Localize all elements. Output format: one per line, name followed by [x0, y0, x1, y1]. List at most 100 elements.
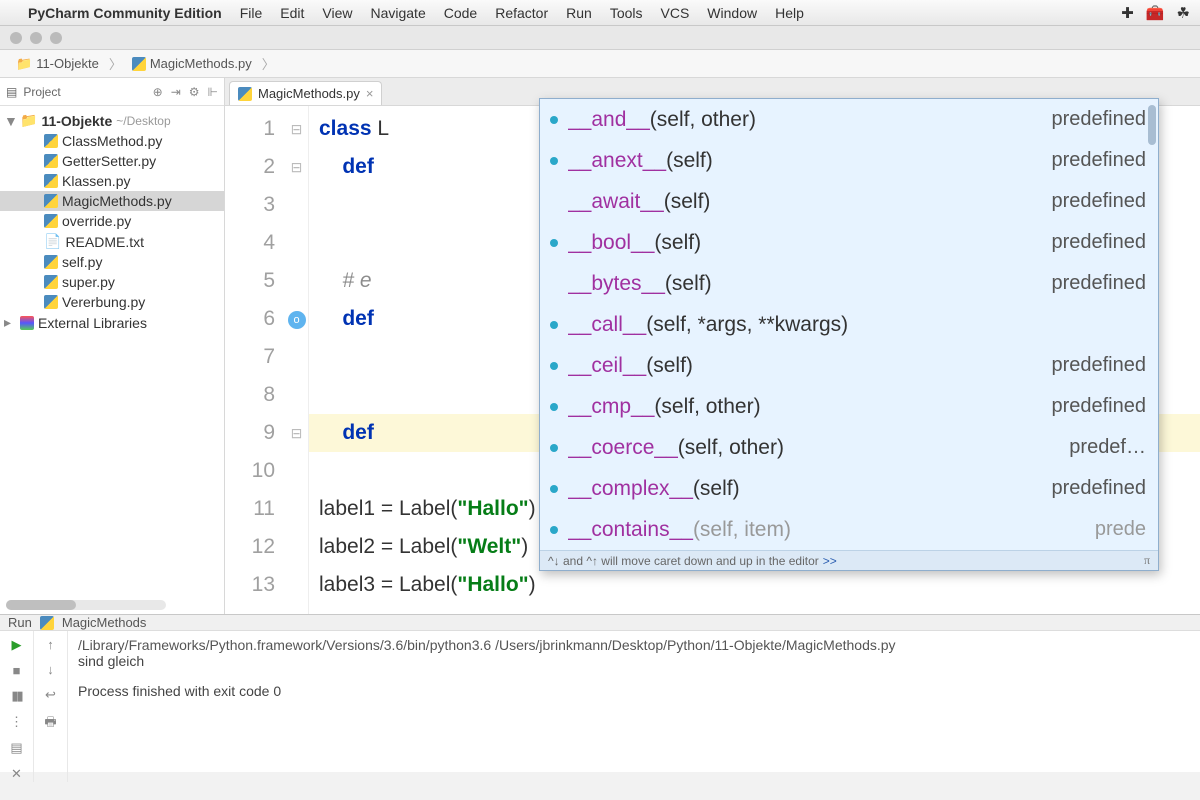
tree-file-label: self.py: [62, 254, 102, 270]
python-icon: [44, 154, 58, 168]
breadcrumb-file[interactable]: MagicMethods.py: [126, 54, 258, 73]
autocomplete-signature: __call__(self, *args, **kwargs): [568, 313, 1146, 337]
status-toolbox-icon[interactable]: 🧰: [1146, 4, 1165, 22]
tree-file[interactable]: Klassen.py: [0, 171, 224, 191]
traffic-zoom[interactable]: [50, 32, 62, 44]
stop-icon[interactable]: ■: [13, 663, 21, 678]
play-icon[interactable]: ▶: [12, 637, 22, 653]
console-output[interactable]: /Library/Frameworks/Python.framework/Ver…: [68, 631, 1200, 782]
run-tool-window: Run MagicMethods ▶ ■ ▮▮ ⋮ ▤ ✕ ↑ ↓ ↩ 🖶 /L…: [0, 614, 1200, 772]
tree-external-label: External Libraries: [38, 315, 147, 331]
tree-root-path: ~/Desktop: [116, 114, 170, 128]
autocomplete-tag: predefined: [1051, 149, 1146, 172]
autocomplete-item[interactable]: __complex__(self)predefined: [540, 468, 1158, 509]
sidebar-scrollbar[interactable]: [6, 600, 166, 610]
tree-file[interactable]: self.py: [0, 252, 224, 272]
up-icon[interactable]: ↑: [47, 637, 54, 652]
more-icon[interactable]: ⋮: [10, 714, 23, 730]
autocomplete-tag: prede: [1095, 518, 1146, 541]
wrap-icon[interactable]: ↩: [45, 687, 56, 703]
autocomplete-item[interactable]: __coerce__(self, other)predef…: [540, 427, 1158, 468]
autocomplete-item[interactable]: __bytes__(self)predefined: [540, 263, 1158, 304]
autocomplete-hint-link[interactable]: >>: [823, 554, 837, 568]
library-icon: [20, 316, 34, 330]
settings-icon[interactable]: ⚙: [189, 85, 200, 99]
breadcrumb-file-label: MagicMethods.py: [150, 56, 252, 71]
traffic-minimize[interactable]: [30, 32, 42, 44]
autocomplete-hint: ^↓ and ^↑ will move caret down and up in…: [540, 550, 1158, 570]
collapse-icon[interactable]: ⊕: [153, 85, 163, 99]
tree-external-libs[interactable]: ▸ External Libraries: [0, 312, 224, 333]
menu-run[interactable]: Run: [566, 5, 592, 21]
python-icon: [44, 295, 58, 309]
python-icon: [40, 616, 54, 630]
tree-file-label: ClassMethod.py: [62, 133, 162, 149]
tree-file[interactable]: GetterSetter.py: [0, 151, 224, 171]
menu-window[interactable]: Window: [707, 5, 757, 21]
bullet-icon: [550, 403, 558, 411]
tree-file[interactable]: MagicMethods.py: [0, 191, 224, 211]
breadcrumb-folder[interactable]: 📁 11-Objekte: [10, 54, 105, 74]
python-icon: [44, 255, 58, 269]
autocomplete-tag: predefined: [1051, 477, 1146, 500]
close-icon[interactable]: ✕: [11, 766, 22, 782]
autocomplete-tag: predefined: [1051, 354, 1146, 377]
breadcrumb: 📁 11-Objekte 〉 MagicMethods.py 〉: [0, 50, 1200, 78]
autocomplete-item[interactable]: __anext__(self)predefined: [540, 140, 1158, 181]
autocomplete-item[interactable]: __and__(self, other)predefined: [540, 99, 1158, 140]
menu-help[interactable]: Help: [775, 5, 804, 21]
bullet-icon: [550, 444, 558, 452]
run-controls-left: ▶ ■ ▮▮ ⋮ ▤ ✕: [0, 631, 34, 782]
editor-tab[interactable]: MagicMethods.py ×: [229, 81, 382, 105]
autocomplete-tag: predefined: [1051, 395, 1146, 418]
autocomplete-item[interactable]: __ceil__(self)predefined: [540, 345, 1158, 386]
tree-file[interactable]: ClassMethod.py: [0, 131, 224, 151]
menu-refactor[interactable]: Refactor: [495, 5, 548, 21]
status-leaf-icon[interactable]: ☘: [1177, 4, 1190, 22]
close-icon[interactable]: ×: [366, 86, 374, 101]
autocomplete-popup[interactable]: __and__(self, other)predefined__anext__(…: [539, 98, 1159, 571]
window-titlebar: [0, 26, 1200, 50]
project-tree[interactable]: ▼ 📁 11-Objekte ~/Desktop ClassMethod.py G…: [0, 106, 224, 337]
python-icon: [132, 57, 146, 71]
code-line[interactable]: label3 = Label("Hallo"): [319, 566, 1200, 604]
pause-icon[interactable]: ▮▮: [11, 688, 21, 704]
autocomplete-item[interactable]: __call__(self, *args, **kwargs): [540, 304, 1158, 345]
locate-icon[interactable]: ⇥: [171, 85, 181, 99]
autocomplete-tag: predefined: [1051, 231, 1146, 254]
autocomplete-tag: predefined: [1051, 108, 1146, 131]
traffic-close[interactable]: [10, 32, 22, 44]
tree-file[interactable]: super.py: [0, 272, 224, 292]
tree-file[interactable]: Vererbung.py: [0, 292, 224, 312]
pi-icon: π: [1144, 553, 1150, 568]
menu-edit[interactable]: Edit: [280, 5, 304, 21]
code-area[interactable]: 12345678910111213 ⊟⊟o⊟ __and__(self, oth…: [225, 106, 1200, 614]
autocomplete-scrollbar[interactable]: [1148, 105, 1156, 145]
autocomplete-item[interactable]: __bool__(self)predefined: [540, 222, 1158, 263]
menu-code[interactable]: Code: [444, 5, 477, 21]
layout-icon[interactable]: ▤: [10, 740, 22, 756]
tree-file[interactable]: 📄README.txt: [0, 231, 224, 252]
tree-file-label: Vererbung.py: [62, 294, 145, 310]
chevron-right-icon[interactable]: ▸: [4, 314, 16, 331]
menu-view[interactable]: View: [322, 5, 352, 21]
autocomplete-signature: __bytes__(self): [568, 272, 1051, 296]
tree-file[interactable]: override.py: [0, 211, 224, 231]
code-body[interactable]: __and__(self, other)predefined__anext__(…: [309, 106, 1200, 614]
menu-tools[interactable]: Tools: [610, 5, 643, 21]
autocomplete-item[interactable]: __contains__(self, item)prede: [540, 509, 1158, 550]
autocomplete-item[interactable]: __await__(self)predefined: [540, 181, 1158, 222]
autocomplete-item[interactable]: __cmp__(self, other)predefined: [540, 386, 1158, 427]
menu-navigate[interactable]: Navigate: [370, 5, 425, 21]
autocomplete-tag: predefined: [1051, 272, 1146, 295]
down-icon[interactable]: ↓: [47, 662, 54, 677]
menu-vcs[interactable]: VCS: [661, 5, 690, 21]
chevron-right-icon: 〉: [109, 54, 122, 73]
tree-root[interactable]: ▼ 📁 11-Objekte ~/Desktop: [0, 110, 224, 131]
menu-file[interactable]: File: [240, 5, 263, 21]
bullet-icon: [550, 239, 558, 247]
status-plus-icon[interactable]: ✚: [1121, 4, 1134, 22]
hide-icon[interactable]: ⊩: [208, 85, 218, 99]
chevron-down-icon[interactable]: ▼: [4, 113, 16, 129]
print-icon[interactable]: 🖶: [44, 713, 56, 735]
